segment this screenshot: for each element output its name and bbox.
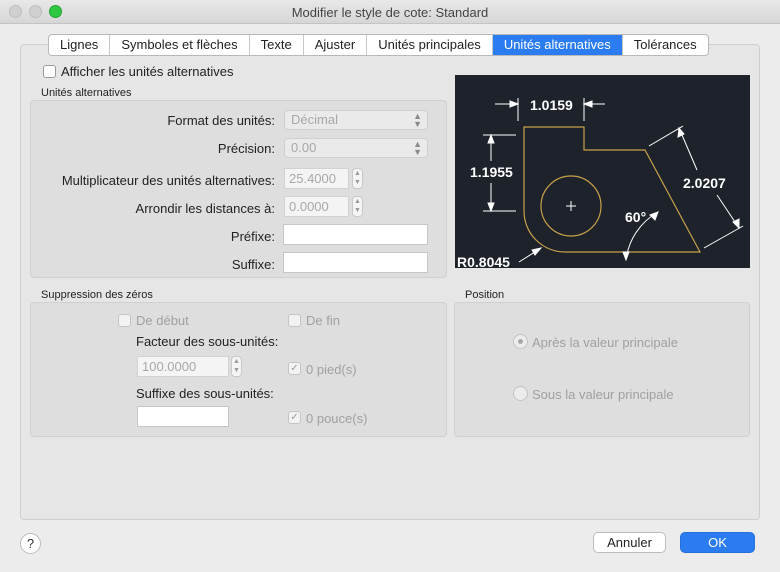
inches-zero-checkbox[interactable]: ✓	[288, 411, 301, 424]
round-off-input[interactable]: 0.0000	[284, 196, 349, 217]
precision-value: 0.00	[291, 140, 317, 155]
chevron-updown-icon: ▲ ▼	[413, 139, 422, 157]
dim-diag-text: 2.0207	[683, 175, 726, 191]
sub-unit-factor-label: Facteur des sous-unités:	[136, 334, 279, 349]
inches-zero-label: 0 pouce(s)	[306, 411, 368, 426]
alt-units-group-title: Unités alternatives	[41, 87, 132, 99]
precision-select[interactable]: 0.00 ▲ ▼	[284, 138, 428, 158]
sub-unit-suffix-input[interactable]	[137, 406, 229, 427]
prefix-input[interactable]	[283, 224, 428, 245]
show-alt-units-label: Afficher les unités alternatives	[61, 64, 234, 79]
leading-zero-checkbox[interactable]	[118, 314, 131, 327]
tab-ajuster[interactable]: Ajuster	[304, 35, 368, 55]
help-button[interactable]: ?	[20, 533, 41, 554]
after-primary-label: Après la valeur principale	[532, 335, 678, 350]
preview-geometry	[523, 126, 702, 253]
title-bar: Modifier le style de cote: Standard	[0, 0, 780, 24]
leading-zero-label: De début	[136, 313, 189, 328]
sub-unit-suffix-label: Suffixe des sous-unités:	[136, 386, 274, 401]
below-primary-radio[interactable]	[513, 386, 528, 401]
unit-format-value: Décimal	[291, 112, 338, 127]
suffix-label: Suffixe:	[231, 257, 275, 272]
feet-zero-label: 0 pied(s)	[306, 362, 357, 377]
round-off-label: Arrondir les distances à:	[135, 201, 275, 216]
radius-text: R0.8045	[457, 254, 510, 268]
tab-symboles-et-fleches[interactable]: Symboles et flèches	[110, 35, 250, 55]
angle-text: 60°	[625, 209, 646, 225]
trailing-zero-checkbox[interactable]	[288, 314, 301, 327]
dim-left-text: 1.1955	[470, 164, 513, 180]
tab-lignes[interactable]: Lignes	[49, 35, 111, 55]
tab-unites-principales[interactable]: Unités principales	[367, 35, 493, 55]
round-off-stepper[interactable]: ▲ ▼	[352, 196, 363, 217]
sub-unit-factor-stepper[interactable]: ▲ ▼	[231, 356, 242, 377]
dim-top-text: 1.0159	[530, 97, 573, 113]
tab-texte[interactable]: Texte	[250, 35, 304, 55]
multiplier-label: Multiplicateur des unités alternatives:	[61, 173, 275, 188]
zero-suppression-group-title: Suppression des zéros	[41, 289, 153, 301]
window-title: Modifier le style de cote: Standard	[291, 5, 489, 20]
ok-button[interactable]: OK	[680, 532, 755, 553]
tab-unites-alternatives[interactable]: Unités alternatives	[492, 35, 623, 55]
tab-bar: Lignes Symboles et flèches Texte Ajuster…	[48, 34, 709, 56]
dimension-preview-drawing: 1.0159 1.1955 2.0207 60° R0.8045	[457, 97, 744, 270]
sub-unit-factor-input[interactable]: 100.0000	[137, 356, 229, 377]
below-primary-label: Sous la valeur principale	[532, 387, 674, 402]
preview-canvas: 1.0159 1.1955 2.0207 60° R0.8045	[455, 75, 750, 270]
show-alt-units-checkbox[interactable]	[43, 65, 56, 78]
tab-tolerances[interactable]: Tolérances	[623, 35, 708, 55]
precision-label: Précision:	[217, 141, 275, 156]
after-primary-radio[interactable]	[513, 334, 528, 349]
multiplier-stepper[interactable]: ▲ ▼	[352, 168, 363, 189]
position-group	[454, 302, 750, 437]
feet-zero-checkbox[interactable]: ✓	[288, 362, 301, 375]
unit-format-label: Format des unités:	[167, 113, 275, 128]
suffix-input[interactable]	[283, 252, 428, 273]
prefix-label: Préfixe:	[230, 229, 275, 244]
multiplier-input[interactable]: 25.4000	[284, 168, 349, 189]
chevron-updown-icon: ▲ ▼	[413, 111, 422, 129]
trailing-zero-label: De fin	[306, 313, 340, 328]
unit-format-select[interactable]: Décimal ▲ ▼	[284, 110, 428, 130]
preview-dimension-texts: 1.0159 1.1955 2.0207 60° R0.8045	[457, 97, 726, 270]
position-group-title: Position	[465, 289, 505, 301]
cancel-button[interactable]: Annuler	[593, 532, 666, 553]
